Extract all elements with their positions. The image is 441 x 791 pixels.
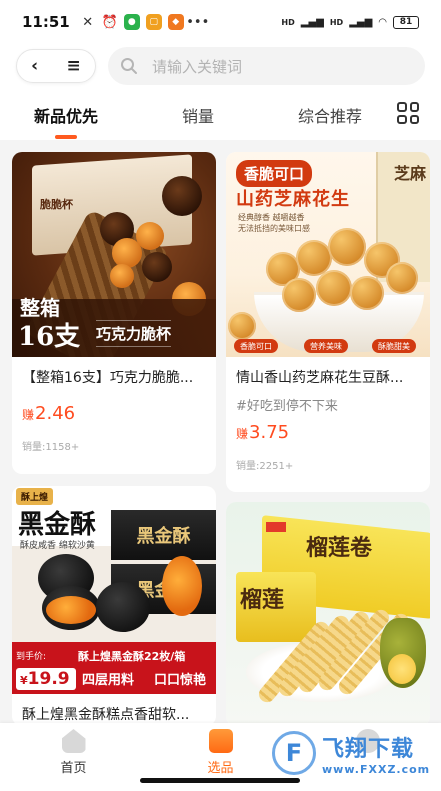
promo-price-value: 19.9 [27,669,70,689]
status-right: HD ▂▄▆ HD ▂▄▆ ◠ 81 [281,15,419,29]
nut-graphic [316,270,352,306]
promo-small-line-1: 经典醇香 越嚼越香 [238,213,305,222]
price-value: 2.46 [35,403,76,424]
box-label: 脆脆杯 [40,198,73,211]
product-card[interactable]: 香脆可口 山药芝麻花生 经典醇香 越嚼越香 无法抵挡的美味口感 芝麻 香脆可口 … [226,152,430,492]
nav-capsule: ‹ ≡ [16,49,96,83]
promo-price: ¥19.9 [16,668,76,690]
product-title: 情山香山药芝麻花生豆酥... [236,370,404,386]
cake-graphic [96,582,150,632]
feature-pill: 酥脆甜美 [372,339,416,353]
signal-icon: HD [281,17,295,27]
menu-icon[interactable]: ≡ [67,56,81,76]
alarm-icon: ⏰ [101,14,118,30]
price-prefix: 赚 [22,408,35,422]
select-icon [208,729,233,753]
bag-label: 芝麻 [393,164,426,183]
chocolate-ball [142,252,172,282]
top-bar: ‹ ≡ 请输入关键词 [0,44,441,88]
app-notification-icon: ▢ [145,14,162,30]
taobao-icon: ◆ [167,14,184,30]
feature-pill: 营养美味 [304,339,348,353]
nut-graphic [328,228,366,266]
promo-big-title: 黑金酥 [18,510,97,540]
product-price: 赚 2.46 [12,387,216,424]
product-title: 【整箱16支】巧克力脆脆... [22,370,194,386]
watermark-text: 飞翔下载 www.FXXZ.com [322,731,430,776]
durian-flesh-graphic [388,654,416,684]
sort-tabs: 新品优先 销量 综合推荐 [0,88,441,140]
price-value: 3.75 [249,422,290,443]
watermark-logo-icon: F [272,731,316,775]
grid-view-icon[interactable] [397,102,419,124]
product-card[interactable]: 脆脆杯 整箱 16支 巧克力脆杯 【整箱16支】巧克力脆脆... 赚 2.46 … [12,152,216,474]
wifi-icon: ◠ [378,16,387,28]
tab-sales[interactable]: 销量 [182,103,214,127]
battery-icon: 81 [393,15,419,29]
promo-small-text: 酥皮咸香 绵软沙黄 [20,541,95,551]
product-image: 榴莲卷 榴莲 [226,502,430,726]
box-title: 榴莲卷 [306,535,373,561]
promo-subtitle: 山药芝麻花生 [236,189,350,210]
caramel-ball [110,264,134,288]
nav-home[interactable]: 首页 [0,723,147,791]
search-placeholder: 请输入关键词 [152,58,243,76]
chocolate-cup [162,176,202,216]
signal-icon-2: HD [329,17,344,27]
watermark-cn: 飞翔下载 [322,736,415,762]
promo-line-2: 16支 [18,322,81,352]
nut-graphic [386,262,418,294]
wechat-icon: ● [123,14,140,30]
product-box-graphic: 黑金酥 [111,510,216,560]
chevron-left-icon[interactable]: ‹ [31,56,38,76]
price-prefix: 赚 [236,427,249,441]
nav-home-label: 首页 [60,761,87,776]
promo-line-2: 四层用料 [82,673,135,688]
mute-icon: ✕ [82,14,94,30]
nut-graphic [350,276,384,310]
home-icon [61,729,86,753]
promo-chip: 香脆可口 [236,160,313,187]
brand-strip [266,522,286,532]
yolk-graphic [162,556,202,616]
sales-count: 销量:2251+ [236,461,294,472]
signal-bars-icon-2: ▂▄▆ [349,16,373,28]
brand-badge: 酥上煌 [16,488,54,505]
product-price: 赚 3.75 [226,414,430,443]
tab-new-first[interactable]: 新品优先 [34,103,98,127]
promo-line-1: 酥上煌黑金酥22枚/箱 [78,650,186,663]
watermark-en: www.FXXZ.com [322,762,431,776]
product-image: 脆脆杯 整箱 16支 巧克力脆杯 [12,152,216,357]
nut-graphic [228,312,256,340]
status-notification-icons: ✕ ⏰ ● ▢ ◆ ••• [80,14,210,30]
feature-pill: 香脆可口 [234,339,278,353]
box-title-2: 榴莲 [240,587,285,613]
home-indicator[interactable] [140,778,300,783]
promo-line-3: 巧克力脆杯 [96,320,172,347]
status-time: 11:51 [22,13,70,31]
product-card[interactable]: 榴莲卷 榴莲 [226,502,430,726]
product-image: 酥上煌 黑金酥 酥皮咸香 绵软沙黄 黑金酥 黑金酥 到手价: ¥19.9 酥上煌… [12,486,216,694]
price-label: 到手价: [16,652,47,662]
product-tagline: #好吃到停不下来 [236,399,338,414]
status-bar: 11:51 ✕ ⏰ ● ▢ ◆ ••• HD ▂▄▆ HD ▂▄▆ ◠ 81 [0,0,441,44]
signal-bars-icon: ▂▄▆ [300,16,324,28]
more-dots-icon: ••• [186,14,210,30]
product-title: 酥上煌黑金酥糕点香甜软... [22,707,190,723]
nav-select-label: 选品 [207,761,234,776]
sales-count: 销量:1158+ [22,442,80,453]
search-input[interactable]: 请输入关键词 [108,47,425,85]
watermark: F 飞翔下载 www.FXXZ.com [272,728,441,778]
promo-line-3: 口口惊艳 [154,673,207,688]
yolk-graphic [46,596,96,624]
nut-graphic [282,278,316,312]
product-image: 香脆可口 山药芝麻花生 经典醇香 越嚼越香 无法抵挡的美味口感 芝麻 香脆可口 … [226,152,430,357]
search-icon [121,58,137,74]
tab-recommended[interactable]: 综合推荐 [298,103,362,127]
promo-small-line-2: 无法抵挡的美味口感 [238,224,310,233]
promo-small-text: 经典醇香 越嚼越香 无法抵挡的美味口感 [238,212,310,234]
caramel-ball [136,222,164,250]
product-card[interactable]: 酥上煌 黑金酥 酥皮咸香 绵软沙黄 黑金酥 黑金酥 到手价: ¥19.9 酥上煌… [12,486,216,726]
box-label: 黑金酥 [136,526,191,547]
